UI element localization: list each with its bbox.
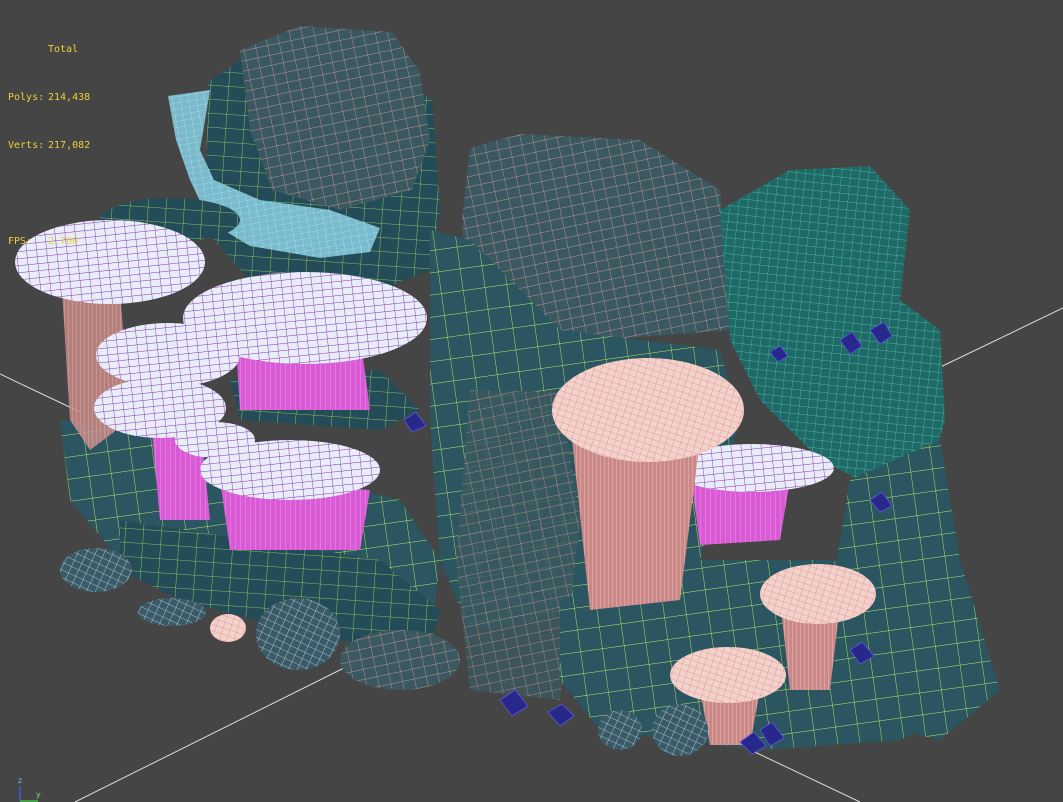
fps-label: FPS: bbox=[8, 236, 33, 247]
polys-label: Polys: bbox=[8, 92, 45, 103]
fps-value: 2.766 bbox=[48, 236, 79, 247]
scene-render[interactable] bbox=[0, 0, 1063, 802]
axis-tripod-graphic bbox=[19, 786, 38, 802]
stats-title: Total bbox=[48, 44, 79, 55]
polys-value: 214,438 bbox=[48, 92, 91, 103]
stats-fps-row: FPS: 2.766 bbox=[8, 234, 90, 250]
axis-z-label: z bbox=[18, 776, 23, 785]
viewport-statistics: Total Polys: 214,438 Verts: 217,082 FPS: 2.… bbox=[8, 10, 90, 282]
axis-y-label: y bbox=[36, 790, 41, 799]
3d-viewport[interactable]: Total Polys: 214,438 Verts: 217,082 FPS: 2.… bbox=[0, 0, 1063, 802]
stats-verts-row: Verts: 217,082 bbox=[8, 138, 90, 154]
verts-label: Verts: bbox=[8, 140, 45, 151]
axis-tripod-icon: z y bbox=[8, 774, 48, 802]
verts-value: 217,082 bbox=[48, 140, 91, 151]
stats-polys-row: Polys: 214,438 bbox=[8, 90, 90, 106]
